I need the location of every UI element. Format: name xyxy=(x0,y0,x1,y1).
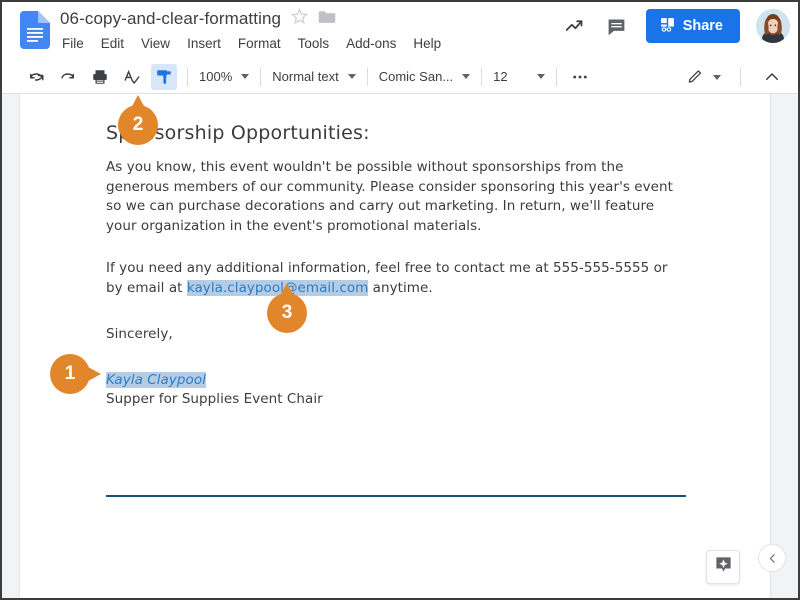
font-family-value: Comic San... xyxy=(378,69,454,84)
header-bar: 06-copy-and-clear-formatting File Edit V… xyxy=(2,2,798,60)
header-actions: Share xyxy=(562,9,790,43)
menu-tools[interactable]: Tools xyxy=(298,36,330,51)
toolbar-separator xyxy=(740,68,741,86)
spellcheck-icon[interactable] xyxy=(119,64,145,90)
chevron-down-icon xyxy=(462,74,471,79)
explore-button[interactable] xyxy=(706,550,740,584)
star-outline-icon[interactable] xyxy=(290,7,309,29)
chevron-down-icon xyxy=(347,74,356,79)
callout-tail-up xyxy=(131,95,145,108)
callout-number-3: 3 xyxy=(281,302,293,323)
folder-icon[interactable] xyxy=(318,9,336,28)
redo-icon[interactable] xyxy=(55,64,81,90)
toolbar-separator xyxy=(260,67,262,86)
menu-view[interactable]: View xyxy=(141,36,170,51)
signature-name[interactable]: Kayla Claypool xyxy=(106,371,206,388)
document-heading: Sponsorship Opportunities: xyxy=(106,122,370,144)
callout-number-2: 2 xyxy=(132,114,144,135)
google-docs-icon[interactable] xyxy=(20,11,50,49)
zoom-dropdown[interactable]: 100% xyxy=(195,65,253,89)
chevron-left-icon[interactable] xyxy=(758,544,786,572)
explore-icon xyxy=(714,555,733,579)
pencil-icon xyxy=(687,67,704,87)
font-size-value: 12 xyxy=(493,69,508,84)
signature-block: Kayla Claypool Supper for Supplies Event… xyxy=(106,371,686,410)
title-row: 06-copy-and-clear-formatting xyxy=(60,7,336,29)
callout-marker-3: 3 xyxy=(267,283,307,333)
paragraph-2: If you need any additional information, … xyxy=(106,259,686,298)
callout-marker-2: 2 xyxy=(118,95,158,145)
share-label: Share xyxy=(682,18,723,34)
callout-number-1: 1 xyxy=(64,363,76,384)
callout-tail-right xyxy=(88,367,101,381)
document-content[interactable]: Sponsorship Opportunities: As you know, … xyxy=(106,122,686,410)
share-lock-icon xyxy=(659,16,676,37)
menu-format[interactable]: Format xyxy=(238,36,281,51)
zoom-value: 100% xyxy=(199,69,233,84)
menu-bar: File Edit View Insert Format Tools Add-o… xyxy=(62,36,441,51)
chevron-down-icon xyxy=(241,74,250,79)
callout-marker-1: 1 xyxy=(50,354,101,394)
paragraph-style-value: Normal text xyxy=(272,69,339,84)
comment-icon[interactable] xyxy=(604,13,630,39)
toolbar-separator xyxy=(481,67,483,86)
menu-insert[interactable]: Insert xyxy=(187,36,221,51)
paragraph-2-suffix: anytime. xyxy=(368,279,433,296)
side-panel xyxy=(758,94,798,598)
user-avatar[interactable] xyxy=(756,9,790,43)
google-docs-window: 06-copy-and-clear-formatting File Edit V… xyxy=(0,0,800,600)
document-canvas: Sponsorship Opportunities: As you know, … xyxy=(2,94,798,598)
trending-up-icon[interactable] xyxy=(562,13,588,39)
formatting-toolbar: 100% Normal text Comic San... 12 xyxy=(2,60,798,94)
horizontal-rule xyxy=(106,495,686,497)
document-title[interactable]: 06-copy-and-clear-formatting xyxy=(60,9,281,29)
more-horizontal-icon[interactable] xyxy=(567,64,593,90)
document-page[interactable]: Sponsorship Opportunities: As you know, … xyxy=(20,94,770,598)
font-family-dropdown[interactable]: Comic San... xyxy=(375,65,474,89)
signature-title: Supper for Supplies Event Chair xyxy=(106,391,323,407)
toolbar-separator xyxy=(187,67,188,86)
paragraph-1: As you know, this event wouldn't be poss… xyxy=(106,159,673,234)
chevron-down-icon xyxy=(713,74,721,80)
toolbar-separator xyxy=(555,67,557,86)
closing-line: Sincerely, xyxy=(106,326,173,342)
edit-mode-dropdown[interactable] xyxy=(683,65,725,89)
menu-edit[interactable]: Edit xyxy=(101,36,124,51)
menu-file[interactable]: File xyxy=(62,36,84,51)
callout-tail-up xyxy=(280,283,294,296)
menu-help[interactable]: Help xyxy=(413,36,441,51)
share-button[interactable]: Share xyxy=(645,9,740,43)
menu-add-ons[interactable]: Add-ons xyxy=(346,36,396,51)
paragraph-style-dropdown[interactable]: Normal text xyxy=(268,65,359,89)
font-size-dropdown[interactable]: 12 xyxy=(489,65,548,89)
email-link[interactable]: kayla.claypool@email.com xyxy=(186,279,369,296)
toolbar-right-group xyxy=(683,60,788,94)
paint-format-icon[interactable] xyxy=(151,63,177,90)
chevron-down-icon xyxy=(536,74,545,79)
toolbar-separator xyxy=(366,67,368,86)
undo-icon[interactable] xyxy=(23,64,49,90)
chevron-up-icon[interactable] xyxy=(759,64,785,90)
print-icon[interactable] xyxy=(87,64,113,90)
